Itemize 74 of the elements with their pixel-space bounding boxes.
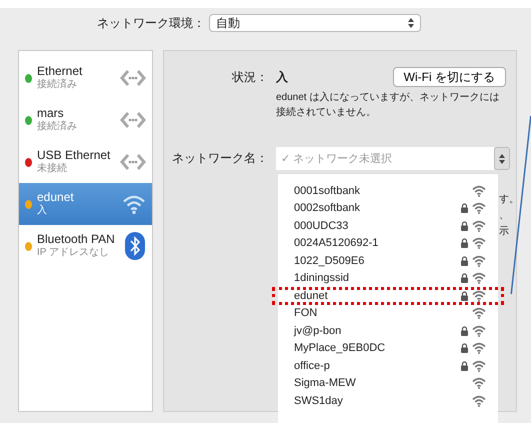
status-label: 状況： — [231, 68, 268, 86]
wifi-signal-icon — [472, 220, 486, 232]
network-item[interactable]: 0001softbank — [278, 182, 498, 200]
wifi-signal-icon — [472, 307, 486, 320]
wifi-signal-icon — [472, 342, 486, 354]
stepper-icon — [499, 154, 505, 164]
network-item[interactable]: Sigma-MEW — [278, 374, 498, 392]
network-name: FON — [294, 307, 318, 320]
service-name: Bluetooth PAN — [37, 233, 116, 246]
network-name: office-p — [294, 360, 331, 372]
network-name: 000UDC33 — [294, 220, 350, 232]
network-item[interactable]: edunet — [278, 287, 498, 304]
service-item[interactable]: Ethernet 接続済み — [19, 57, 152, 99]
wifi-signal-icon — [472, 394, 486, 407]
wifi-signal-icon — [472, 360, 486, 372]
network-name: 0002softbank — [294, 202, 362, 214]
service-name: edunet — [37, 191, 75, 204]
wifi-signal-icon — [472, 377, 486, 390]
network-item[interactable]: jv@p-bon — [278, 322, 498, 340]
wifi-signal-icon — [472, 184, 486, 197]
service-status: 入 — [37, 204, 48, 217]
network-name-label: ネットワーク名： — [171, 150, 268, 167]
wifi-off-button[interactable]: Wi-Fi を切にする — [392, 67, 506, 87]
network-item[interactable]: 1diningssid — [278, 270, 498, 287]
service-item[interactable]: Bluetooth PAN IP アドレスなし — [19, 225, 152, 267]
network-name: 1022_D509E6 — [294, 254, 366, 267]
wifi-signal-icon — [472, 254, 486, 267]
text-fragment: 、 — [499, 209, 509, 223]
service-name: Ethernet — [37, 65, 84, 78]
status-value: 入 — [276, 68, 289, 86]
network-item[interactable]: 1022_D509E6 — [278, 252, 498, 270]
network-name: SWS1day — [294, 394, 344, 407]
service-status: 接続済み — [37, 120, 78, 133]
stepper-button[interactable] — [494, 147, 510, 170]
service-name: USB Ethernet — [37, 149, 112, 162]
service-status: 未接続 — [37, 162, 68, 175]
service-status: IP アドレスなし — [37, 246, 110, 259]
wifi-signal-icon — [472, 290, 486, 302]
network-item[interactable]: MyPlace_9EB0DC — [278, 340, 498, 357]
wifi-icon — [122, 194, 146, 214]
service-item[interactable]: edunet 入 — [19, 183, 152, 225]
ethernet-icon — [120, 152, 146, 172]
service-item[interactable]: mars 接続済み — [19, 99, 152, 141]
text-fragment: す。 — [499, 193, 519, 207]
network-item[interactable]: SWS1day — [278, 392, 498, 410]
service-name: mars — [37, 107, 65, 120]
wifi-signal-icon — [472, 202, 486, 214]
network-name: edunet — [294, 290, 329, 302]
network-name: MyPlace_9EB0DC — [294, 342, 386, 354]
status-description: edunet は入になっていますが、ネットワークには接続されていません。 — [276, 90, 500, 120]
location-label: ネットワーク環境： — [97, 14, 205, 32]
network-item[interactable]: office-p — [278, 357, 498, 374]
check-mark: ✓ — [281, 152, 290, 165]
network-name: 0024A5120692-1 — [294, 237, 380, 250]
text-fragment: 示 — [499, 225, 509, 239]
network-item[interactable]: 0002softbank — [278, 200, 498, 217]
network-name: Sigma-MEW — [294, 377, 357, 390]
wifi-signal-icon — [472, 237, 486, 250]
network-name: jv@p-bon — [294, 324, 342, 337]
network-item[interactable]: 000UDC33 — [278, 217, 498, 234]
ethernet-icon — [120, 68, 146, 88]
network-item[interactable]: 0024A5120692-1 — [278, 234, 498, 252]
wifi-signal-icon — [472, 272, 486, 284]
network-name-value: ネットワーク未選択 — [293, 152, 392, 166]
network-item[interactable]: FON — [278, 304, 498, 322]
ethernet-icon — [120, 110, 146, 130]
network-name: 0001softbank — [294, 184, 362, 197]
service-item[interactable]: USB Ethernet 未接続 — [19, 141, 152, 183]
stepper-icon — [408, 18, 414, 28]
location-select[interactable]: 自動 — [209, 14, 421, 32]
service-status: 接続済み — [37, 78, 78, 91]
wifi-signal-icon — [472, 324, 486, 337]
bluetooth-icon — [124, 231, 146, 261]
network-name: 1diningssid — [294, 272, 350, 284]
